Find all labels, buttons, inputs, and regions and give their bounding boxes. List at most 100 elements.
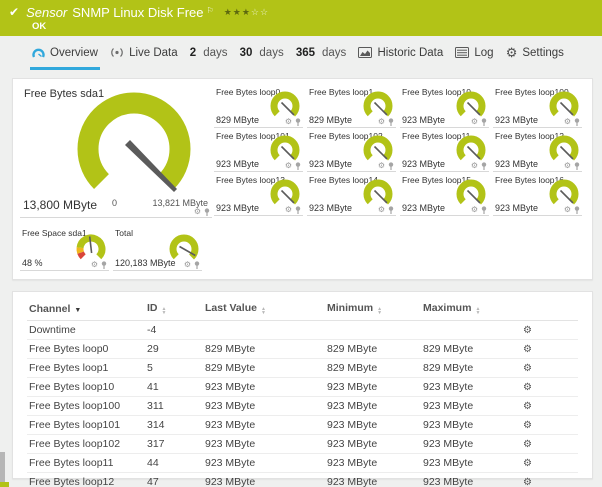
channel-settings-gear-icon[interactable]: ⚙ [523,363,532,374]
channel-settings-gear-icon[interactable]: ⚙ [523,401,532,412]
tab-365-days[interactable]: 365 days [294,36,348,70]
screen-corner-artifact [0,482,9,487]
tab-2-days[interactable]: 2 days [188,36,230,70]
table-row[interactable]: Free Bytes loop1 5 829 MByte 829 MByte 8… [27,358,578,378]
channel-settings-gear-icon[interactable]: ⚙ [523,477,532,487]
channel-settings-gear-icon[interactable]: ⚙ [523,344,532,355]
small-gauge-value: 923 MByte [495,159,539,169]
table-row[interactable]: Free Bytes loop100 311 923 MByte 923 MBy… [27,396,578,416]
cell-actions: ⚙ [521,472,578,487]
gauge-gear-icon[interactable]: ⚙ [564,118,571,126]
table-row[interactable]: Free Bytes loop102 317 923 MByte 923 MBy… [27,434,578,454]
free-space-gauge-value: 48 % [22,258,43,268]
gauge-pin-icon[interactable] [295,118,301,126]
header-minimum[interactable]: Minimum ▲ ▼ [325,295,421,321]
cell-id: -4 [147,323,157,336]
cell-minimum: 923 MByte [325,377,421,397]
cell-id: 317 [145,434,203,454]
cell-actions: ⚙ [521,434,578,454]
cell-actions: ⚙ [521,377,578,397]
gauge-gear-icon[interactable]: ⚙ [184,261,191,269]
table-row[interactable]: Free Bytes loop11 44 923 MByte 923 MByte… [27,453,578,473]
header-maximum[interactable]: Maximum ▲ ▼ [421,295,521,321]
small-gauge-value: 923 MByte [495,203,539,213]
cell-last-value: 923 MByte [203,453,325,473]
tab-live-data[interactable]: Live Data [108,36,180,70]
table-row[interactable]: Free Bytes loop12 47 923 MByte 923 MByte… [27,472,578,487]
gauge-gear-icon[interactable]: ⚙ [378,118,385,126]
tab-365-days-label: days [322,46,347,59]
table-row[interactable]: Free Bytes loop10 41 923 MByte 923 MByte… [27,377,578,397]
cell-channel: Free Bytes loop0 [27,339,145,359]
small-gauge-cell: Free Bytes loop16 923 MByte ⚙ [493,174,582,216]
small-gauge-value: 923 MByte [402,203,446,213]
channel-table-body: Downtime -4 ⚙ Free Bytes loop0 29 829 MB… [27,321,578,487]
channel-settings-gear-icon[interactable]: ⚙ [523,420,532,431]
cell-id: 41 [145,377,203,397]
gauge-gear-icon[interactable]: ⚙ [471,162,478,170]
gauge-pin-icon[interactable] [295,162,301,170]
tab-historic-data[interactable]: Historic Data [356,36,445,70]
gauge-gear-icon[interactable]: ⚙ [471,118,478,126]
gauge-pin-icon[interactable] [574,206,580,214]
cell-minimum: 923 MByte [325,396,421,416]
header-last-value[interactable]: Last Value ▲ ▼ [203,295,325,321]
tab-log[interactable]: Log [453,36,495,70]
gauge-pin-icon[interactable] [574,162,580,170]
gauge-pin-icon[interactable] [388,118,394,126]
cell-last-value: 923 MByte [203,434,325,454]
header-channel[interactable]: Channel ▼ [27,295,145,321]
gauge-gear-icon[interactable]: ⚙ [564,162,571,170]
gauge-gear-icon[interactable]: ⚙ [564,206,571,214]
table-row[interactable]: Free Bytes loop0 29 829 MByte 829 MByte … [27,339,578,359]
tab-30-days-number: 30 [239,46,253,59]
sensor-header: ✔ Sensor SNMP Linux Disk Free ⚐ ★★★☆☆ OK [0,0,602,36]
gauge-gear-icon[interactable]: ⚙ [285,206,292,214]
gauge-gear-icon[interactable]: ⚙ [378,206,385,214]
gauge-pin-icon[interactable] [388,206,394,214]
gauge-pin-icon[interactable] [481,162,487,170]
gauge-pin-icon[interactable] [194,261,200,269]
table-row[interactable]: Free Bytes loop101 314 923 MByte 923 MBy… [27,415,578,435]
gauge-pin-icon[interactable] [101,261,107,269]
gauge-gear-icon[interactable]: ⚙ [91,261,98,269]
gauge-gear-icon[interactable]: ⚙ [285,118,292,126]
gauge-pin-icon[interactable] [388,162,394,170]
bottom-gauge-row: Free Space sda1 48 % ⚙ Total 120,183 MBy… [20,227,586,273]
table-row[interactable]: Downtime -4 ⚙ [27,321,578,340]
channel-settings-gear-icon[interactable]: ⚙ [523,382,532,393]
gauge-pin-icon[interactable] [295,206,301,214]
priority-flag-icon[interactable]: ⚐ [207,3,214,18]
cell-channel: Free Bytes loop10 [27,377,145,397]
sort-both-icon: ▲ ▼ [161,306,167,316]
cell-minimum: 923 MByte [325,415,421,435]
priority-stars[interactable]: ★★★☆☆ [224,5,269,20]
cell-maximum [421,321,521,340]
tab-settings[interactable]: ⚙ Settings [504,36,566,70]
tab-live-data-label: Live Data [129,46,178,59]
gauge-gear-icon[interactable]: ⚙ [378,162,385,170]
main-gauge-value: 13,800 MByte [23,198,98,212]
main-gauge-cell: Free Bytes sda1 0 13,821 MByte 13,800 MB… [20,86,212,218]
gauge-pin-icon[interactable] [204,208,210,216]
gauge-gear-icon[interactable]: ⚙ [471,206,478,214]
cell-id: 314 [145,415,203,435]
channel-settings-gear-icon[interactable]: ⚙ [523,439,532,450]
channel-settings-gear-icon[interactable]: ⚙ [523,458,532,469]
gauge-pin-icon[interactable] [574,118,580,126]
tab-overview[interactable]: Overview [30,36,100,70]
tab-30-days[interactable]: 30 days [238,36,286,70]
small-gauge-cell: Free Bytes loop12 923 MByte ⚙ [493,130,582,172]
cell-maximum: 923 MByte [421,434,521,454]
stars-filled: ★★★ [223,7,251,17]
gauges-panel: Free Bytes sda1 0 13,821 MByte 13,800 MB… [12,78,593,280]
header-id[interactable]: ID ▲ ▼ [145,295,203,321]
table-header-row: Channel ▼ ID ▲ ▼ Last Value ▲ ▼ Minimum ▲ ▼ Max… [27,295,578,321]
gauge-gear-icon[interactable]: ⚙ [285,162,292,170]
cell-channel: Free Bytes loop11 [27,453,145,473]
gauge-pin-icon[interactable] [481,206,487,214]
gauge-pin-icon[interactable] [481,118,487,126]
gauge-gear-icon[interactable]: ⚙ [194,208,201,216]
cell-id: 5 [145,358,203,378]
channel-settings-gear-icon[interactable]: ⚙ [523,325,532,336]
